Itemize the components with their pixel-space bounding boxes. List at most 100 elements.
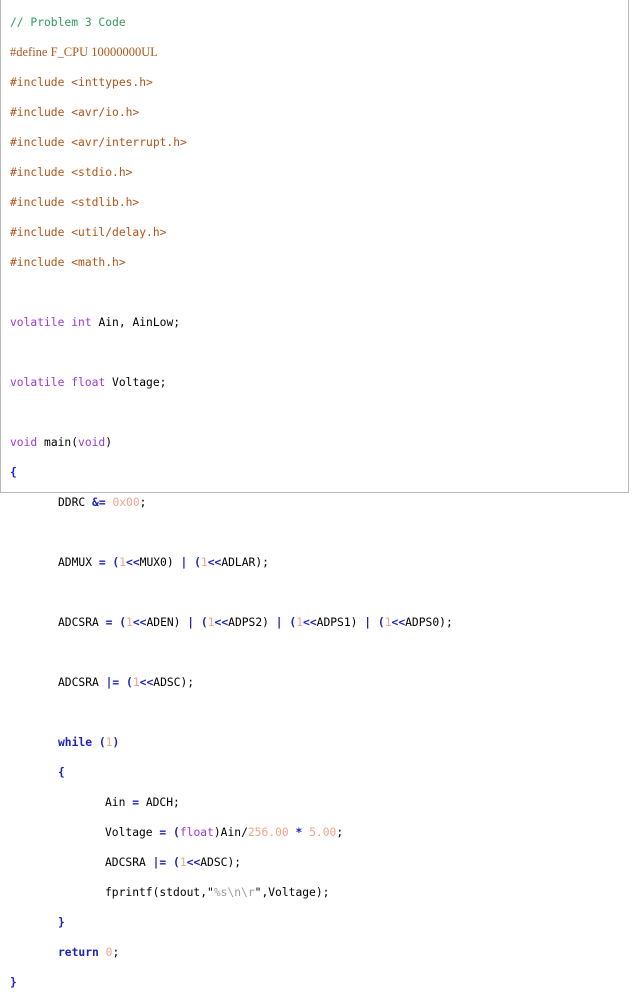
number: 1 [207, 616, 215, 629]
adcsra-loop-line: ADCSRA |= (1<<ADSC); [10, 855, 453, 870]
format-string: %s\n\r [213, 886, 255, 899]
keyword: volatile [10, 316, 65, 329]
number: 0 [105, 946, 113, 959]
operator: << [214, 616, 229, 629]
operator: | [364, 616, 372, 629]
operator: * [295, 826, 303, 839]
code-panel: // Problem 3 Code #define F_CPU 10000000… [0, 0, 629, 989]
include-line: #include <inttypes.h> [10, 76, 153, 89]
operator: = [105, 616, 113, 629]
keyword: volatile [10, 376, 65, 389]
return-line: return 0; [10, 945, 453, 960]
comment-line: // Problem 3 Code [10, 16, 126, 29]
code-listing: // Problem 3 Code #define F_CPU 10000000… [10, 0, 453, 992]
operator: &= [92, 496, 106, 509]
semicolon: ; [187, 676, 195, 689]
include-line: #include <stdlib.h> [10, 196, 140, 209]
operator: | [187, 616, 195, 629]
keyword: float [179, 826, 214, 839]
number: 5.00 [309, 826, 337, 839]
while-brace-open: { [58, 766, 65, 779]
operator: << [303, 616, 317, 629]
operator: << [391, 616, 406, 629]
number: 1 [119, 556, 127, 569]
while-brace-close: } [58, 916, 65, 929]
adcsra-init-line: ADCSRA = (1<<ADEN) | (1<<ADPS2) | (1<<AD… [10, 615, 453, 630]
identifier: Ain, AinLow; [91, 316, 181, 329]
operator: << [207, 556, 222, 569]
identifier: Voltage; [105, 376, 167, 389]
include-line: #include <stdio.h> [10, 166, 133, 179]
number: 1 [105, 736, 113, 749]
include-line: #include <math.h> [10, 256, 126, 269]
operator: = [98, 556, 106, 569]
operator: | [180, 556, 188, 569]
identifier: ADEN) [146, 616, 181, 629]
operator: << [126, 556, 140, 569]
identifier: ADCSRA [58, 676, 106, 689]
semicolon: ; [139, 496, 147, 509]
paren: ( [187, 556, 201, 569]
number: 1 [179, 856, 187, 869]
operator: | [275, 616, 283, 629]
identifier: ADLAR) [221, 556, 263, 569]
identifier: ADCH; [139, 796, 180, 809]
keyword: int [71, 316, 92, 329]
paren: ( [166, 826, 180, 839]
include-line: #include <avr/interrupt.h> [10, 136, 187, 149]
paren: ( [377, 616, 385, 629]
operator: = [132, 796, 140, 809]
operator: |= [152, 856, 167, 869]
declaration-voltage: volatile float Voltage; [10, 375, 453, 390]
fprintf-line: fprintf(stdout,"%s\n\r",Voltage); [10, 885, 453, 900]
paren: ) [112, 736, 120, 749]
adcsra-start-line: ADCSRA |= (1<<ADSC); [10, 675, 453, 690]
semicolon: ; [234, 856, 242, 869]
paren: ) [105, 436, 113, 449]
semicolon: ; [262, 556, 269, 569]
brace-open: { [10, 466, 17, 479]
main-signature: void main(void) [10, 435, 453, 450]
identifier: Ain [105, 796, 133, 809]
identifier: ADPS0) [405, 616, 446, 629]
identifier: DDRC [58, 496, 93, 509]
semicolon: ; [336, 826, 344, 839]
admux-line: ADMUX = (1<<MUX0) | (1<<ADLAR); [10, 555, 453, 570]
keyword: return [58, 946, 99, 959]
semicolon: ; [112, 946, 120, 959]
identifier: ADSC) [153, 676, 188, 689]
paren: ( [92, 736, 106, 749]
brace-close: } [10, 976, 17, 989]
include-line: #include <util/delay.h> [10, 226, 167, 239]
declaration-ain: volatile int Ain, AinLow; [10, 315, 453, 330]
define-line: #define F_CPU 10000000UL [10, 45, 158, 59]
paren: ( [105, 556, 120, 569]
operator: = [159, 826, 167, 839]
operator: << [139, 676, 154, 689]
identifier: MUX0) [139, 556, 174, 569]
semicolon: ; [445, 616, 453, 629]
identifier: ADCSRA [105, 856, 153, 869]
keyword: while [58, 736, 93, 749]
identifier: ",Voltage); [254, 886, 330, 899]
identifier: ADSC) [200, 856, 235, 869]
paren: ( [126, 676, 133, 689]
identifier: )Ain/ [213, 826, 248, 839]
identifier: ADMUX [58, 556, 99, 569]
keyword: void [78, 436, 106, 449]
ain-assign-line: Ain = ADCH; [10, 795, 453, 810]
number: 1 [126, 616, 133, 629]
while-line: while (1) [10, 735, 453, 750]
paren: ( [119, 616, 127, 629]
operator: << [186, 856, 201, 869]
voltage-assign-line: Voltage = (float)Ain/256.00 * 5.00; [10, 825, 453, 840]
paren: ( [200, 616, 208, 629]
number: 256.00 [247, 826, 289, 839]
identifier: main( [37, 436, 79, 449]
identifier: ADPS1) [316, 616, 358, 629]
operator: << [132, 616, 147, 629]
number: 0x00 [112, 496, 140, 509]
paren: ( [289, 616, 297, 629]
identifier: Voltage [105, 826, 160, 839]
ddrc-line: DDRC &= 0x00; [10, 495, 453, 510]
